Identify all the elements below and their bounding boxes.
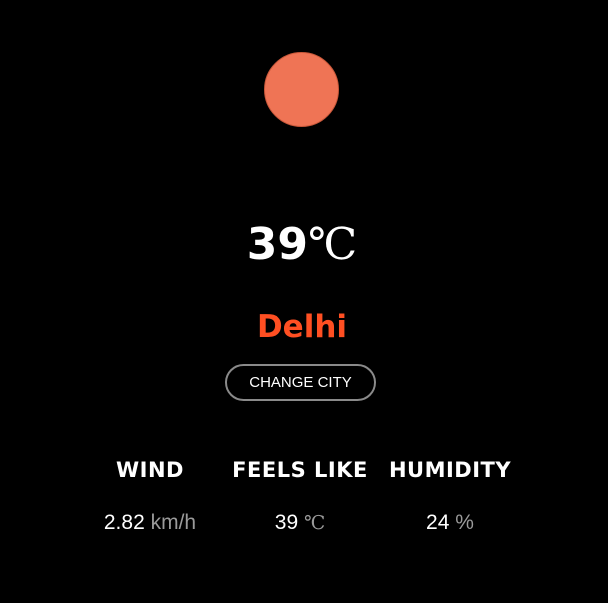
humidity-label: HUMIDITY	[388, 458, 512, 482]
wind-number: 2.82	[103, 511, 145, 534]
wind-value: 2.82 km/h	[70, 508, 230, 538]
wind-label: WIND	[116, 458, 184, 482]
humidity-number: 24	[426, 511, 450, 534]
city-name: Delhi	[256, 309, 348, 345]
temperature-display: 39℃	[0, 216, 604, 274]
temperature-unit: ℃	[308, 219, 358, 270]
sun-icon	[264, 52, 339, 127]
wind-unit: km/h	[150, 511, 197, 534]
weather-app: 39℃ Delhi CHANGE CITY WIND FEELS LIKE HU…	[0, 0, 608, 603]
humidity-value: 24 %	[370, 508, 530, 538]
feels-like-label: FEELS LIKE	[232, 458, 368, 482]
change-city-button[interactable]: CHANGE CITY	[225, 364, 376, 401]
feels-like-unit: ℃	[303, 512, 326, 534]
temperature-value: 39	[246, 219, 308, 270]
humidity-unit: %	[455, 511, 474, 534]
feels-like-number: 39	[274, 511, 299, 534]
feels-like-value: 39 ℃	[220, 508, 380, 538]
